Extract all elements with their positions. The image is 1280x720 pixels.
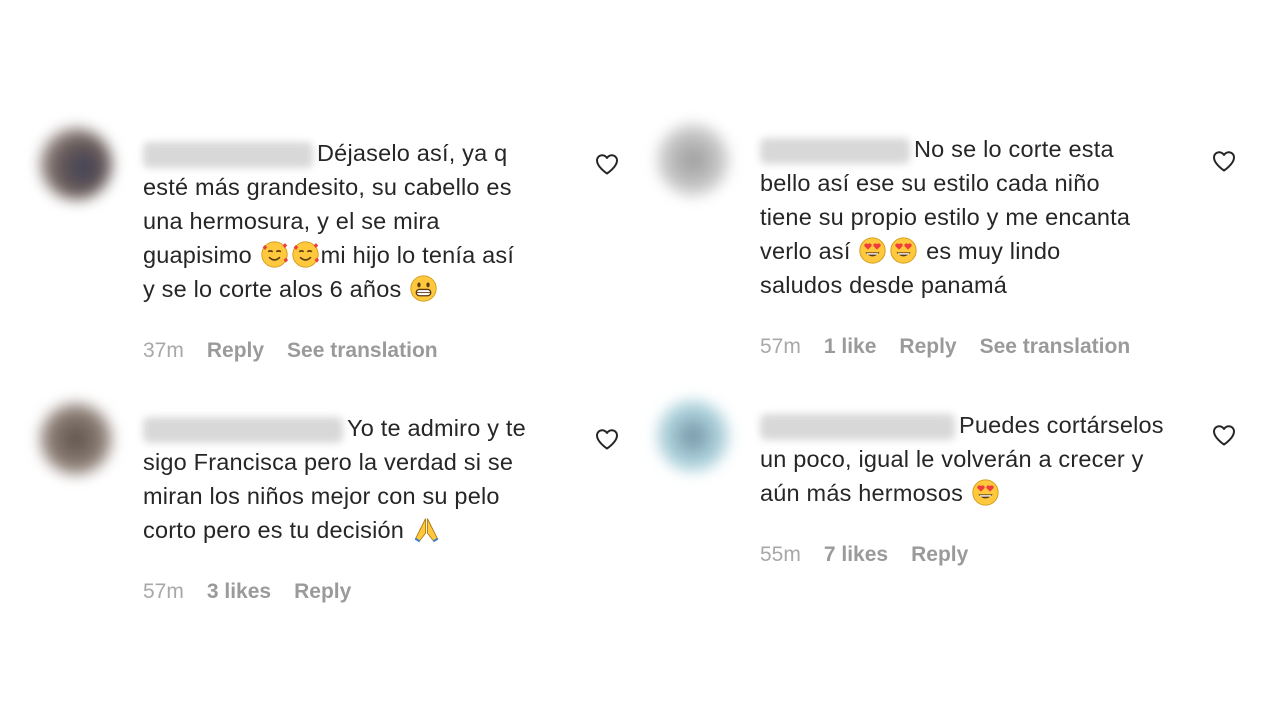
comment-line: aún más hermosos [760, 480, 964, 506]
comment-text: franciscabellasolPuedes cortárselos un p… [760, 408, 1180, 510]
comment-line: corto pero es tu decisión [143, 517, 405, 543]
comment-line: miran los niños mejor con su pelo [143, 483, 500, 509]
comment-line: saludos desde panamá [760, 272, 1008, 298]
grinning-face-icon [410, 275, 437, 302]
comment-line: Yo te admiro y te [347, 415, 526, 441]
comment-line: No se lo corte esta [914, 136, 1114, 162]
avatar[interactable] [657, 400, 729, 472]
see-translation-button[interactable]: See translation [287, 339, 438, 363]
comment-line: mi hijo lo tenía así [320, 242, 515, 268]
timestamp: 57m [143, 580, 184, 603]
comment-line: sigo Francisca pero la verdad si se [143, 449, 514, 475]
comment-line: Déjaselo así, ya q [317, 140, 508, 166]
smiling-face-with-hearts-icon [261, 241, 288, 268]
comment-line: guapisimo [143, 242, 252, 268]
avatar[interactable] [40, 403, 112, 475]
likes-count[interactable]: 1 like [824, 335, 877, 359]
smiling-face-with-hearts-icon [292, 241, 319, 268]
comment-meta: 57m 1 like Reply See translation [760, 335, 1130, 359]
timestamp: 37m [143, 339, 184, 362]
comment-text: cabellerocastilloDéjaselo así, ya q esté… [143, 136, 563, 306]
heart-outline-icon[interactable] [595, 428, 619, 450]
heart-eyes-face-icon [890, 237, 917, 264]
comment-meta: 37m Reply See translation [143, 339, 438, 363]
reply-button[interactable]: Reply [911, 543, 968, 567]
reply-button[interactable]: Reply [294, 580, 351, 604]
comment-text: stephanyruizNo se lo corte esta bello as… [760, 132, 1180, 302]
comment-line: Puedes cortárselos [959, 412, 1164, 438]
comment-meta: 57m 3 likes Reply [143, 580, 351, 604]
heart-outline-icon[interactable] [1212, 424, 1236, 446]
heart-eyes-face-icon [859, 237, 886, 264]
timestamp: 55m [760, 543, 801, 566]
heart-outline-icon[interactable] [1212, 150, 1236, 172]
reply-button[interactable]: Reply [899, 335, 956, 359]
avatar[interactable] [40, 128, 112, 200]
comment-line: esté más grandesito, su cabello es [143, 174, 512, 200]
reply-button[interactable]: Reply [207, 339, 264, 363]
likes-count[interactable]: 3 likes [207, 580, 271, 604]
comment-line: y se lo corte alos 6 años [143, 276, 402, 302]
heart-outline-icon[interactable] [595, 153, 619, 175]
username[interactable]: franciscabellasol [760, 413, 955, 440]
comment-meta: 55m 7 likes Reply [760, 543, 968, 567]
comment-line: una hermosura, y el se mira [143, 208, 440, 234]
comment-line: un poco, igual le volverán a crecer y [760, 446, 1144, 472]
comment-line: verlo así [760, 238, 851, 264]
comment-text: isabelmendez7563Yo te admiro y te sigo F… [143, 411, 563, 547]
folded-hands-icon [414, 518, 439, 543]
comment-line: tiene su propio estilo y me encanta [760, 204, 1131, 230]
timestamp: 57m [760, 335, 801, 358]
likes-count[interactable]: 7 likes [824, 543, 888, 567]
comments-panel: cabellerocastilloDéjaselo así, ya q esté… [0, 0, 1280, 720]
comment-line: bello así ese su estilo cada niño [760, 170, 1100, 196]
see-translation-button[interactable]: See translation [980, 335, 1131, 359]
username[interactable]: stephanyruiz [760, 137, 910, 164]
avatar[interactable] [657, 124, 729, 196]
username[interactable]: isabelmendez7563 [143, 416, 343, 443]
username[interactable]: cabellerocastillo [143, 141, 313, 168]
heart-eyes-face-icon [972, 479, 999, 506]
comment-line: es muy lindo [926, 238, 1061, 264]
